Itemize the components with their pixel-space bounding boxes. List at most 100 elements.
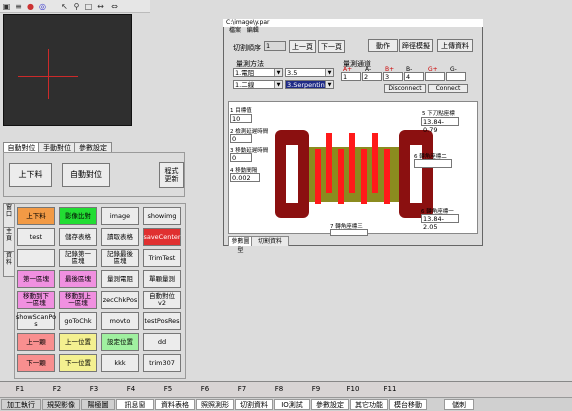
grid-button-30[interactable]: kkk: [101, 354, 139, 372]
fkey-f10[interactable]: F10: [339, 382, 367, 396]
ch-aplus[interactable]: 1: [341, 72, 361, 81]
action-button[interactable]: 動作: [368, 39, 398, 52]
grid-button-23[interactable]: testPosRes: [143, 312, 181, 330]
grid-button-20[interactable]: showScanPo s: [16, 312, 56, 330]
coord-br-field[interactable]: 13.84-2.05: [421, 214, 459, 231]
grid-button-9[interactable]: 記錄第一 區塊: [59, 249, 97, 267]
grid-button-5[interactable]: 儲存表格: [59, 228, 97, 246]
menu-file[interactable]: 檔案: [229, 27, 241, 34]
fkey-f2[interactable]: F2: [43, 382, 71, 396]
status-item-10[interactable]: 模台移動: [389, 399, 427, 410]
grid-button-1[interactable]: 影像比對: [59, 207, 97, 225]
method-select-1[interactable]: 1.電阻 ▼: [233, 68, 283, 77]
param-2-field[interactable]: 0: [230, 134, 252, 143]
simulate-button[interactable]: 蹄徑模擬: [399, 39, 433, 52]
text-icon[interactable]: ≡: [14, 2, 23, 11]
load-unload-button[interactable]: 上下料: [9, 163, 52, 187]
fkey-f11[interactable]: F11: [376, 382, 404, 396]
arrows-h-icon[interactable]: ↔: [96, 2, 105, 11]
next-page-button[interactable]: 下一頁: [318, 40, 345, 53]
rect-icon[interactable]: □: [84, 2, 93, 11]
grid-button-2[interactable]: image: [101, 207, 139, 225]
camera-view[interactable]: [3, 14, 132, 126]
fkey-f3[interactable]: F3: [80, 382, 108, 396]
grid-button-16[interactable]: 移動到下 一區塊: [17, 291, 55, 309]
grid-button-18[interactable]: zecChkPos: [101, 291, 139, 309]
prev-page-button[interactable]: 上一頁: [289, 40, 316, 53]
upload-button[interactable]: 上傳資料: [437, 39, 473, 52]
grid-button-0[interactable]: 上下料: [17, 207, 55, 225]
grid-button-15[interactable]: 單顆量測: [143, 270, 181, 288]
grid-button-27[interactable]: dd: [143, 333, 181, 351]
program-update-button[interactable]: 程式 更新: [159, 162, 184, 188]
fkey-f5[interactable]: F5: [154, 382, 182, 396]
status-item-9[interactable]: 其它功能: [350, 399, 388, 410]
fkey-f4[interactable]: F4: [117, 382, 145, 396]
grid-button-10[interactable]: 記錄最後 區塊: [101, 249, 139, 267]
status-bar: 加工執行 規契影像 陽極圖 訊息窗 資料表格 照照測形 切割資料 IO測試 參數設定 其它功能 模台…: [0, 397, 572, 411]
grid-button-7[interactable]: saveCenter: [143, 228, 181, 246]
ch-bminus[interactable]: 4: [404, 72, 424, 81]
target-icon[interactable]: ◎: [38, 2, 47, 11]
grid-button-17[interactable]: 移動到上 一區塊: [59, 291, 97, 309]
cut-order-field[interactable]: 1: [264, 41, 286, 51]
grid-button-13[interactable]: 最後區塊: [59, 270, 97, 288]
coord-bottom-field[interactable]: [330, 229, 368, 236]
method-select-2[interactable]: 1.二線 ▼: [233, 80, 283, 89]
grid-button-14[interactable]: 量測電阻: [101, 270, 139, 288]
grid-button-4[interactable]: test: [17, 228, 55, 246]
grid-button-31[interactable]: trim307: [143, 354, 181, 372]
grid-button-29[interactable]: 下一位置: [59, 354, 97, 372]
grid-button-19[interactable]: 自動對位 v2: [143, 291, 181, 309]
grid-button-3[interactable]: showimg: [143, 207, 181, 225]
grid-button-25[interactable]: 上一位置: [59, 333, 97, 351]
status-item-5[interactable]: 照照測形: [196, 399, 234, 410]
status-item-3[interactable]: 訊息窗: [116, 399, 154, 410]
fkey-f6[interactable]: F6: [191, 382, 219, 396]
pointer-icon[interactable]: ↖: [60, 2, 69, 11]
connect-button[interactable]: Connect: [428, 84, 468, 93]
coord-top-field[interactable]: 13.84-0.79: [421, 117, 459, 134]
status-item-6[interactable]: 切割資料: [235, 399, 273, 410]
ch-bplus[interactable]: 3: [383, 72, 403, 81]
menu-edit[interactable]: 編輯: [247, 27, 259, 34]
fkey-f8[interactable]: F8: [265, 382, 293, 396]
grid-button-26[interactable]: 設定位置: [101, 333, 139, 351]
grid-button-6[interactable]: 讀取表格: [101, 228, 139, 246]
param-3-field[interactable]: 0: [230, 153, 252, 162]
status-item-8[interactable]: 參數設定: [311, 399, 349, 410]
tab-param-graph[interactable]: 參數圖型: [228, 236, 253, 254]
grid-button-28[interactable]: 下一顆: [17, 354, 55, 372]
grid-button-22[interactable]: movto: [101, 312, 139, 330]
grid-button-12[interactable]: 第一區塊: [17, 270, 55, 288]
arrows-icon[interactable]: ⇔: [110, 2, 119, 11]
status-item-1[interactable]: 規契影像: [42, 399, 80, 410]
auto-align-button[interactable]: 自動對位: [62, 163, 110, 187]
zoom-icon[interactable]: ⚲: [72, 2, 81, 11]
method-select-1b[interactable]: 3.5 ▼: [285, 68, 334, 77]
status-item-0[interactable]: 加工執行: [1, 399, 41, 410]
ch-gplus[interactable]: [425, 72, 445, 81]
status-item-2[interactable]: 陽極圖: [81, 399, 115, 410]
ch-gminus[interactable]: [446, 72, 466, 81]
fkey-f7[interactable]: F7: [228, 382, 256, 396]
disconnect-button[interactable]: Disconnect: [384, 84, 426, 93]
fkey-f1[interactable]: F1: [6, 382, 34, 396]
fkey-f9[interactable]: F9: [302, 382, 330, 396]
status-item-4[interactable]: 資料表格: [155, 399, 195, 410]
param-1-field[interactable]: 10: [230, 114, 252, 123]
param-4-field[interactable]: 0.002: [230, 173, 260, 182]
image-icon[interactable]: ▣: [2, 2, 11, 11]
status-item-7[interactable]: IO測試: [274, 399, 310, 410]
ch-aminus[interactable]: 2: [362, 72, 382, 81]
grid-button-11[interactable]: TrimTest: [143, 249, 181, 267]
grid-button-21[interactable]: goToChk: [59, 312, 97, 330]
grid-button-8[interactable]: [17, 249, 55, 267]
function-key-bar: F1 F2 F3 F4 F5 F6 F7 F8 F9 F10 F11: [0, 381, 572, 397]
record-icon[interactable]: ●: [26, 2, 35, 11]
coord-mid-field[interactable]: [414, 159, 452, 168]
grid-button-24[interactable]: 上一顆: [17, 333, 55, 351]
method-select-2b[interactable]: 3.Serpentine ▼: [285, 80, 334, 89]
tab-cut-data[interactable]: 切割資料: [251, 236, 289, 246]
status-item-11[interactable]: 儲刺: [444, 399, 474, 410]
